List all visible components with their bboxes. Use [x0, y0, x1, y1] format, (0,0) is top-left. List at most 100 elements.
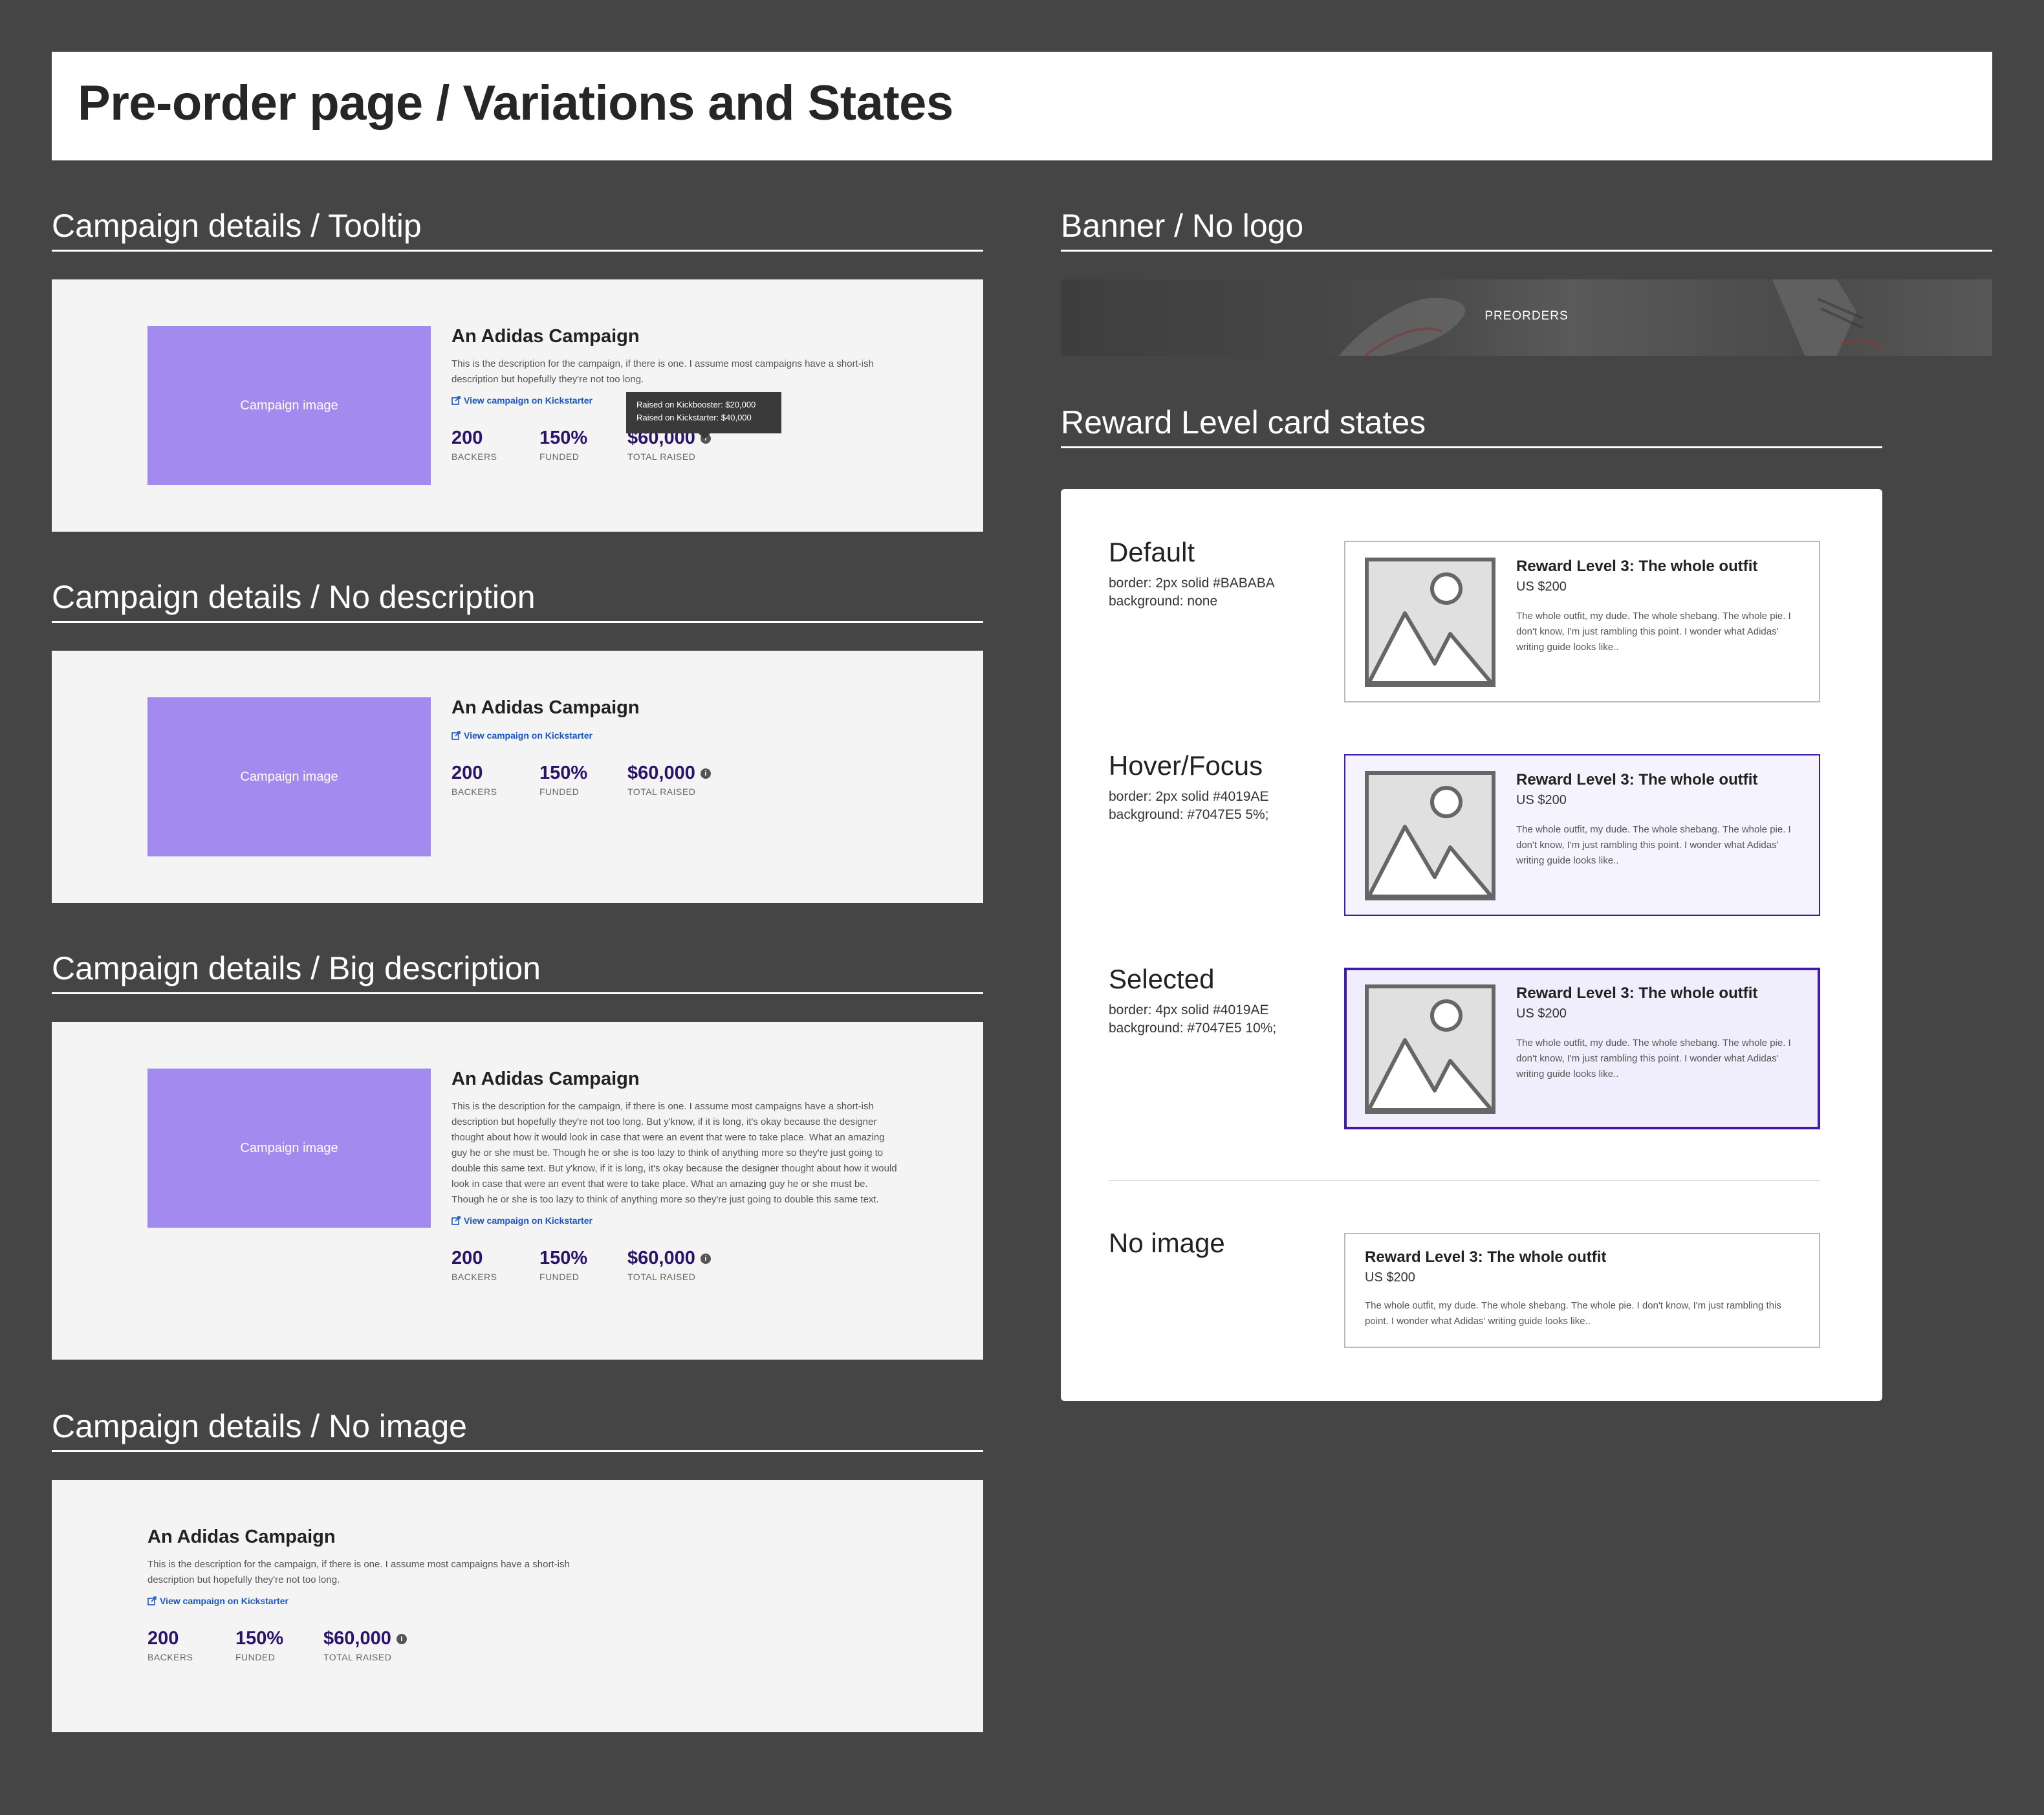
campaign-image: Campaign image [147, 326, 431, 485]
campaign-description: This is the description for the campaign… [147, 1559, 570, 1585]
funded-label: FUNDED [539, 1272, 580, 1282]
raised-tooltip: Raised on Kickbooster: $20,000 Raised on… [626, 392, 781, 439]
state-spec-border: border: 2px solid #BABABA [1109, 576, 1275, 591]
campaign-details-big-description: Campaign image An Adidas Campaign This i… [52, 1022, 983, 1360]
state-spec-border: border: 4px solid #4019AE [1109, 1003, 1269, 1017]
campaign-description: This is the description for the campaign… [451, 358, 874, 385]
state-name: Selected [1109, 964, 1215, 994]
funded-label: FUNDED [539, 451, 580, 462]
reward-states-panel: Default border: 2px solid #BABABA backgr… [1061, 489, 1882, 1401]
backers-label: BACKERS [451, 451, 497, 462]
campaign-info: An Adidas Campaign This is the descripti… [451, 1067, 898, 1282]
reward-text: Reward Level 3: The whole outfit US $200… [1516, 558, 1801, 655]
image-placeholder-icon [1365, 984, 1495, 1114]
campaign-details-no-description: Campaign image An Adidas Campaign View c… [52, 651, 983, 903]
view-campaign-link[interactable]: View campaign on Kickstarter [451, 1215, 593, 1226]
state-spec: border: 2px solid #BABABA background: no… [1109, 574, 1275, 611]
divider [1109, 1180, 1820, 1181]
funded-value: 150% [539, 428, 588, 448]
reward-text: Reward Level 3: The whole outfit US $200… [1516, 984, 1799, 1082]
view-campaign-link[interactable]: View campaign on Kickstarter [147, 1596, 288, 1606]
state-spec: border: 2px solid #4019AE background: #7… [1109, 788, 1269, 824]
image-placeholder-icon [1365, 558, 1495, 687]
backers-value: 200 [451, 428, 483, 448]
tooltip-line-kickstarter: Raised on Kickstarter: $40,000 [636, 413, 752, 422]
view-campaign-link-label: View campaign on Kickstarter [464, 1215, 593, 1226]
campaign-details-tooltip: Campaign image An Adidas Campaign This i… [52, 279, 983, 532]
backers-value: 200 [451, 763, 483, 783]
section-title-no-image: Campaign details / No image [52, 1407, 983, 1452]
total-raised-value: $60,000 [627, 1248, 695, 1268]
view-campaign-link-label: View campaign on Kickstarter [464, 730, 593, 741]
reward-card-no-image[interactable]: Reward Level 3: The whole outfit US $200… [1344, 1233, 1820, 1348]
view-campaign-link-label: View campaign on Kickstarter [464, 395, 593, 406]
info-icon[interactable]: i [700, 768, 711, 779]
total-raised: $60,000 i [627, 1248, 715, 1269]
view-campaign-link[interactable]: View campaign on Kickstarter [451, 730, 593, 741]
info-icon[interactable]: i [700, 1253, 711, 1264]
total-raised-value: $60,000 [627, 763, 695, 783]
tooltip-line-kickbooster: Raised on Kickbooster: $20,000 [636, 400, 756, 409]
campaign-stats: 200 BACKERS 150% FUNDED $60,000 i TOTAL RAIS… [451, 1248, 898, 1282]
reward-price: US $200 [1516, 580, 1567, 594]
reward-card-hover[interactable]: Reward Level 3: The whole outfit US $200… [1344, 754, 1820, 916]
section-title-banner: Banner / No logo [1061, 207, 1992, 252]
reward-description: The whole outfit, my dude. The whole she… [1516, 611, 1791, 653]
state-spec-border: border: 2px solid #4019AE [1109, 789, 1269, 804]
total-raised-label: TOTAL RAISED [627, 1272, 696, 1282]
reward-title: Reward Level 3: The whole outfit [1365, 1248, 1607, 1266]
banner-label: PREORDERS [1484, 309, 1569, 323]
campaign-title: An Adidas Campaign [451, 1069, 640, 1089]
external-link-icon [147, 1596, 157, 1605]
campaign-title: An Adidas Campaign [451, 326, 640, 347]
reward-card-default[interactable]: Reward Level 3: The whole outfit US $200… [1344, 541, 1820, 702]
state-name: No image [1109, 1228, 1225, 1258]
campaign-stats: 200 BACKERS 150% FUNDED $60,000 i TOTAL RAIS… [451, 763, 898, 797]
preorders-banner: PREORDERS [1061, 279, 1992, 356]
reward-title: Reward Level 3: The whole outfit [1516, 984, 1758, 1002]
funded-label: FUNDED [235, 1652, 276, 1662]
campaign-title: An Adidas Campaign [147, 1527, 336, 1547]
campaign-image: Campaign image [147, 1069, 431, 1228]
reward-price: US $200 [1516, 793, 1567, 807]
total-raised: $60,000 i [323, 1628, 411, 1649]
campaign-title: An Adidas Campaign [451, 697, 640, 718]
total-raised-label: TOTAL RAISED [627, 787, 696, 797]
external-link-icon [451, 396, 461, 405]
section-title-tooltip: Campaign details / Tooltip [52, 207, 983, 252]
reward-price: US $200 [1516, 1006, 1567, 1021]
campaign-info: An Adidas Campaign View campaign on Kick… [451, 696, 898, 797]
view-campaign-link-label: View campaign on Kickstarter [160, 1596, 288, 1606]
section-title-no-description: Campaign details / No description [52, 578, 983, 623]
section-title-reward-states: Reward Level card states [1061, 404, 1882, 448]
campaign-description: This is the description for the campaign… [451, 1101, 897, 1205]
external-link-icon [451, 731, 461, 740]
reward-description: The whole outfit, my dude. The whole she… [1516, 824, 1791, 866]
campaign-stats: 200 BACKERS 150% FUNDED $60,000 i TOTAL RAIS… [147, 1628, 600, 1662]
state-name: Hover/Focus [1109, 750, 1263, 781]
backers-label: BACKERS [147, 1652, 193, 1662]
campaign-image: Campaign image [147, 697, 431, 856]
backers-label: BACKERS [451, 787, 497, 797]
total-raised: $60,000 i [627, 763, 715, 784]
state-spec-background: background: #7047E5 5%; [1109, 807, 1269, 822]
state-spec: border: 4px solid #4019AE background: #7… [1109, 1001, 1276, 1038]
image-placeholder-icon [1365, 771, 1495, 900]
info-icon[interactable]: i [396, 1633, 407, 1644]
funded-label: FUNDED [539, 787, 580, 797]
funded-value: 150% [235, 1628, 284, 1649]
total-raised-label: TOTAL RAISED [323, 1652, 392, 1662]
total-raised-label: TOTAL RAISED [627, 451, 696, 462]
reward-price: US $200 [1365, 1270, 1415, 1285]
reward-text: Reward Level 3: The whole outfit US $200… [1365, 1248, 1801, 1329]
view-campaign-link[interactable]: View campaign on Kickstarter [451, 395, 593, 406]
tooltip-arrow [699, 433, 710, 439]
reward-title: Reward Level 3: The whole outfit [1516, 558, 1758, 575]
backers-value: 200 [451, 1248, 483, 1268]
funded-value: 150% [539, 1248, 588, 1268]
reward-card-selected[interactable]: Reward Level 3: The whole outfit US $200… [1344, 968, 1820, 1129]
reward-description: The whole outfit, my dude. The whole she… [1516, 1038, 1791, 1080]
section-title-big-description: Campaign details / Big description [52, 950, 983, 994]
state-label-default: Default border: 2px solid #BABABA backgr… [1109, 537, 1275, 611]
funded-value: 150% [539, 763, 588, 783]
